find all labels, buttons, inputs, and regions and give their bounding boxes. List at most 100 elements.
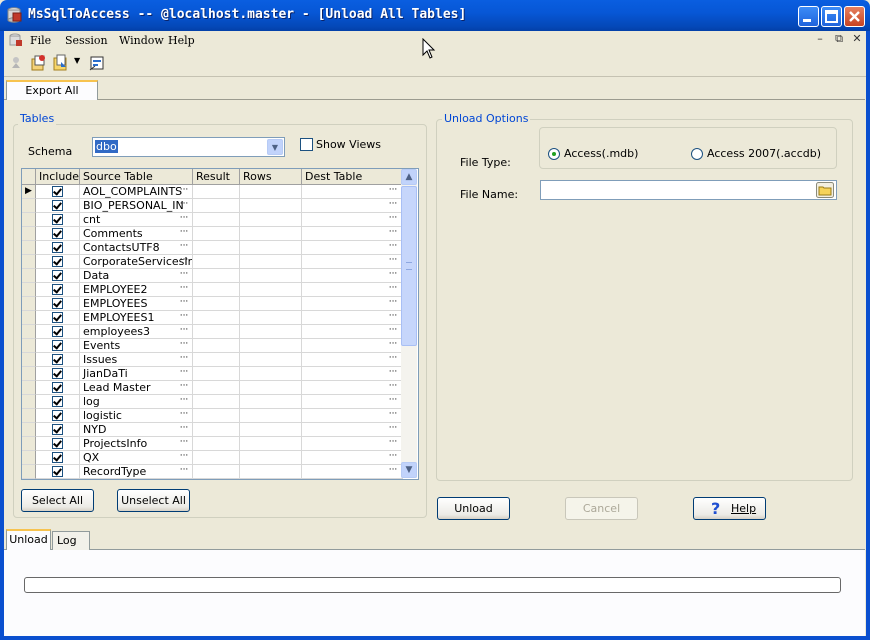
- cancel-button[interactable]: Cancel: [565, 497, 638, 520]
- dest-table-cell[interactable]: ···: [302, 395, 403, 409]
- dest-table-cell[interactable]: ···: [302, 185, 403, 199]
- dest-table-cell[interactable]: ···: [302, 367, 403, 381]
- dest-ellipsis-icon[interactable]: ···: [387, 297, 399, 310]
- minimize-button[interactable]: [798, 6, 819, 27]
- source-ellipsis-icon[interactable]: ···: [178, 255, 190, 268]
- scroll-down-icon[interactable]: ▼: [401, 462, 417, 478]
- source-ellipsis-icon[interactable]: ···: [178, 311, 190, 324]
- source-table-cell[interactable]: ProjectsInfo ···: [80, 437, 193, 451]
- include-cell[interactable]: [36, 395, 80, 409]
- dest-ellipsis-icon[interactable]: ···: [387, 451, 399, 464]
- row-header[interactable]: [22, 451, 36, 465]
- row-header[interactable]: [22, 227, 36, 241]
- source-ellipsis-icon[interactable]: ···: [178, 297, 190, 310]
- dest-ellipsis-icon[interactable]: ···: [387, 325, 399, 338]
- source-ellipsis-icon[interactable]: ···: [178, 409, 190, 422]
- dest-table-cell[interactable]: ···: [302, 437, 403, 451]
- column-header-include[interactable]: Include: [36, 169, 80, 185]
- source-ellipsis-icon[interactable]: ···: [178, 395, 190, 408]
- source-table-cell[interactable]: employees3 ···: [80, 325, 193, 339]
- dest-ellipsis-icon[interactable]: ···: [387, 409, 399, 422]
- include-checkbox[interactable]: [52, 256, 63, 267]
- include-checkbox[interactable]: [52, 466, 63, 477]
- row-header[interactable]: [22, 437, 36, 451]
- row-header[interactable]: [22, 199, 36, 213]
- dest-ellipsis-icon[interactable]: ···: [387, 353, 399, 366]
- menu-session[interactable]: Session: [65, 34, 108, 47]
- radio-access-mdb[interactable]: [548, 148, 560, 160]
- include-cell[interactable]: [36, 437, 80, 451]
- table-row[interactable]: QX ··· ···: [22, 451, 403, 465]
- mdi-minimize-icon[interactable]: –: [814, 33, 826, 45]
- column-header-source-table[interactable]: Source Table: [80, 169, 193, 185]
- source-table-cell[interactable]: ContactsUTF8 ···: [80, 241, 193, 255]
- source-table-cell[interactable]: EMPLOYEE2 ···: [80, 283, 193, 297]
- source-ellipsis-icon[interactable]: ···: [178, 423, 190, 436]
- include-cell[interactable]: [36, 325, 80, 339]
- dest-table-cell[interactable]: ···: [302, 255, 403, 269]
- include-cell[interactable]: [36, 353, 80, 367]
- dest-ellipsis-icon[interactable]: ···: [387, 395, 399, 408]
- include-checkbox[interactable]: [52, 312, 63, 323]
- include-cell[interactable]: [36, 269, 80, 283]
- include-checkbox[interactable]: [52, 284, 63, 295]
- table-row[interactable]: JianDaTi ··· ···: [22, 367, 403, 381]
- include-checkbox[interactable]: [52, 396, 63, 407]
- source-ellipsis-icon[interactable]: ···: [178, 325, 190, 338]
- new-session-icon[interactable]: [29, 54, 47, 72]
- include-checkbox[interactable]: [52, 340, 63, 351]
- dropdown-arrow-icon[interactable]: ▼: [74, 56, 80, 65]
- row-header[interactable]: [22, 283, 36, 297]
- disconnect-icon[interactable]: [7, 54, 25, 72]
- dest-ellipsis-icon[interactable]: ···: [387, 227, 399, 240]
- table-row[interactable]: BIO_PERSONAL_IN ··· ···: [22, 199, 403, 213]
- table-row[interactable]: Issues ··· ···: [22, 353, 403, 367]
- source-table-cell[interactable]: EMPLOYEES1 ···: [80, 311, 193, 325]
- select-all-button[interactable]: Select All: [21, 489, 94, 512]
- include-checkbox[interactable]: [52, 298, 63, 309]
- include-cell[interactable]: [36, 297, 80, 311]
- include-cell[interactable]: [36, 381, 80, 395]
- source-table-cell[interactable]: Comments ···: [80, 227, 193, 241]
- include-checkbox[interactable]: [52, 410, 63, 421]
- table-row[interactable]: EMPLOYEE2 ··· ···: [22, 283, 403, 297]
- unload-button[interactable]: Unload: [437, 497, 510, 520]
- menu-window[interactable]: Window: [119, 34, 164, 47]
- include-checkbox[interactable]: [52, 452, 63, 463]
- dest-ellipsis-icon[interactable]: ···: [387, 465, 399, 478]
- dest-table-cell[interactable]: ···: [302, 199, 403, 213]
- include-checkbox[interactable]: [52, 326, 63, 337]
- dest-table-cell[interactable]: ···: [302, 325, 403, 339]
- include-checkbox[interactable]: [52, 200, 63, 211]
- include-cell[interactable]: [36, 367, 80, 381]
- include-checkbox[interactable]: [52, 438, 63, 449]
- source-ellipsis-icon[interactable]: ···: [178, 381, 190, 394]
- row-header[interactable]: [22, 409, 36, 423]
- include-cell[interactable]: [36, 255, 80, 269]
- scroll-thumb[interactable]: [401, 186, 417, 346]
- maximize-button[interactable]: [821, 6, 842, 27]
- dest-table-cell[interactable]: ···: [302, 409, 403, 423]
- show-views-checkbox[interactable]: [300, 138, 313, 151]
- dest-ellipsis-icon[interactable]: ···: [387, 241, 399, 254]
- column-header-result[interactable]: Result: [193, 169, 240, 185]
- include-cell[interactable]: [36, 465, 80, 479]
- mdi-restore-icon[interactable]: ⧉: [833, 33, 845, 45]
- radio-access-accdb[interactable]: [691, 148, 703, 160]
- include-cell[interactable]: [36, 241, 80, 255]
- row-header[interactable]: [22, 339, 36, 353]
- source-ellipsis-icon[interactable]: ···: [178, 185, 190, 198]
- dest-table-cell[interactable]: ···: [302, 465, 403, 479]
- table-row[interactable]: logistic ··· ···: [22, 409, 403, 423]
- source-table-cell[interactable]: AOL_COMPLAINTS ···: [80, 185, 193, 199]
- include-checkbox[interactable]: [52, 186, 63, 197]
- dest-ellipsis-icon[interactable]: ···: [387, 423, 399, 436]
- source-ellipsis-icon[interactable]: ···: [178, 367, 190, 380]
- source-table-cell[interactable]: Issues ···: [80, 353, 193, 367]
- source-table-cell[interactable]: logistic ···: [80, 409, 193, 423]
- dest-ellipsis-icon[interactable]: ···: [387, 213, 399, 226]
- tab-log[interactable]: Log: [52, 531, 90, 550]
- dest-ellipsis-icon[interactable]: ···: [387, 255, 399, 268]
- include-cell[interactable]: [36, 339, 80, 353]
- row-header[interactable]: [22, 241, 36, 255]
